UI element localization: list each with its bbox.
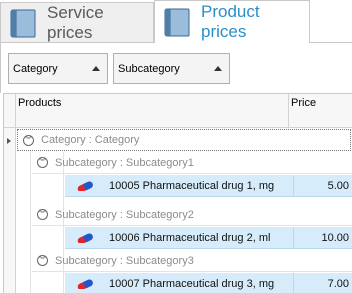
row-indicator-column [4,128,16,293]
tab-service-prices[interactable]: Service prices [0,2,154,42]
group-by-label: Subcategory [118,62,180,75]
group-row-label: Subcategory : Subcategory2 [55,208,194,221]
column-header-label: Products [18,97,62,109]
tab-label: Service prices [47,2,104,42]
product-name-cell: 10007 Pharmaceutical drug 3, mg [109,277,275,290]
group-row-label: Category : Category [41,134,140,146]
group-by-subcategory-button[interactable]: Subcategory [113,53,230,84]
pill-icon [75,180,97,192]
tab-product-prices[interactable]: Product prices [154,0,310,43]
price-cell: 10.00 [293,227,352,248]
pill-icon [75,278,97,290]
group-row-label: Subcategory : Subcategory3 [55,254,194,267]
current-row-pointer-icon [7,138,11,144]
product-prices-grid: Products Price ︾ Category : Category ︾ S… [3,93,352,293]
column-header-products[interactable]: Products [16,94,289,128]
tab-bar: Service prices Product prices [0,0,352,43]
pill-icon [75,232,97,244]
price-cell: 5.00 [293,175,352,196]
product-name-cell: 10006 Pharmaceutical drug 2, ml [109,231,271,244]
collapse-icon[interactable]: ︾ [37,157,48,168]
book-icon [7,7,39,39]
sort-ascending-icon [214,66,222,71]
row-indicator-header [4,94,16,128]
subcategory-group-row[interactable]: ︾ Subcategory : Subcategory3 [32,250,352,272]
group-row-label: Subcategory : Subcategory1 [55,156,194,169]
column-header-label: Price [291,97,317,109]
collapse-icon[interactable]: ︾ [23,134,34,146]
collapse-icon[interactable]: ︾ [37,255,48,266]
subcategory-group-row[interactable]: ︾ Subcategory : Subcategory1 [32,152,352,174]
tab-label: Product prices [201,2,260,41]
subcategory-group-row[interactable]: ︾ Subcategory : Subcategory2 [32,204,352,226]
book-icon [161,6,193,38]
category-group-row[interactable]: ︾ Category : Category [17,129,351,151]
group-by-category-button[interactable]: Category [8,53,108,84]
group-by-panel: Category Subcategory [0,43,352,93]
collapse-icon[interactable]: ︾ [37,209,48,220]
group-by-label: Category [13,62,58,75]
group-indent [16,128,31,293]
column-header-price[interactable]: Price [289,94,352,128]
table-row[interactable]: 10006 Pharmaceutical drug 2, ml 10.00 [65,227,352,249]
table-row[interactable]: 10005 Pharmaceutical drug 1, mg 5.00 [65,175,352,197]
price-cell: 7.00 [293,273,352,293]
sort-ascending-icon [92,66,100,71]
product-name-cell: 10005 Pharmaceutical drug 1, mg [109,179,275,192]
table-row[interactable]: 10007 Pharmaceutical drug 3, mg 7.00 [65,273,352,293]
